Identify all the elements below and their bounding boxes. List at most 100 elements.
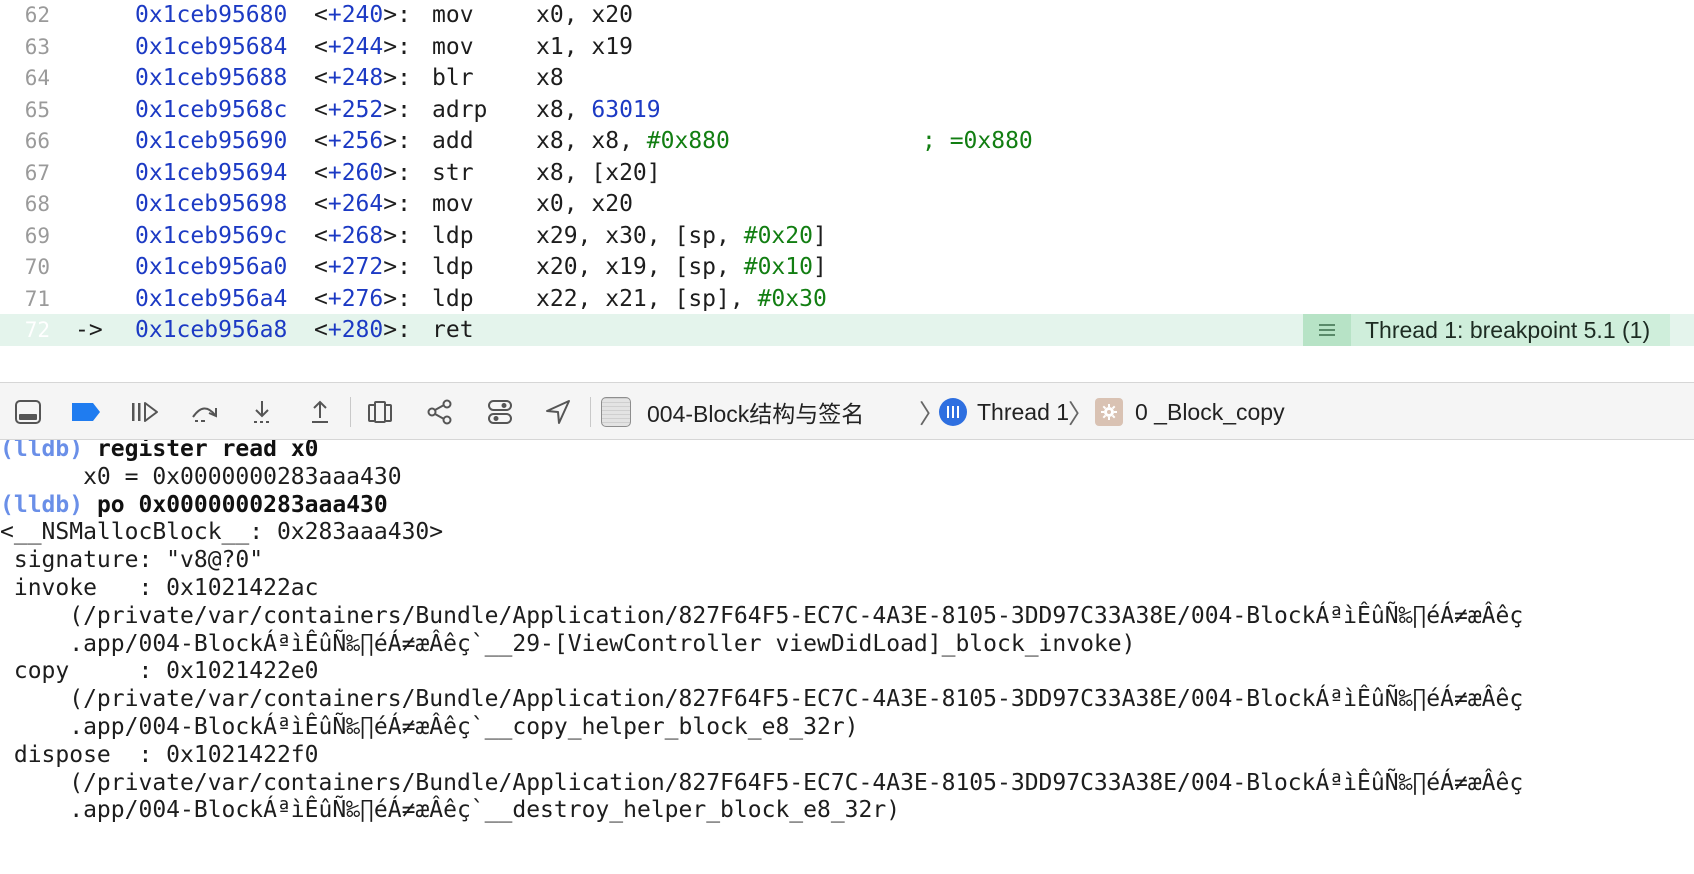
instruction-comment: ; =0x880 (922, 128, 1033, 154)
instruction-row[interactable]: 70 0x1ceb956a0 <+272>: ldp x20, x19, [sp, #0… (0, 250, 1694, 284)
operand-token: x8, x8, (536, 128, 647, 154)
offset-value: +240 (327, 2, 384, 28)
instruction-offset: <+260>: (314, 159, 411, 186)
memory-graph-icon[interactable] (424, 396, 456, 428)
offset-value: +248 (327, 65, 384, 91)
offset-value: +280 (327, 317, 384, 343)
operand-token: 63019 (591, 96, 661, 123)
debug-bar: 004-Block结构与签名 〉 Thread 1 〉 0 _Block_cop… (0, 382, 1694, 440)
console-text: .app/004-BlockÁªìÊûÑ‰∏éÁ≠æÂêç`__29-[View… (0, 630, 1136, 657)
console-output-line: (/private/var/containers/Bundle/Applicat… (0, 601, 1523, 631)
mnemonic: ldp (432, 285, 474, 312)
instruction-row[interactable]: 71 0x1ceb956a4 <+276>: ldp x22, x21, [sp], #… (0, 282, 1694, 316)
operands: x22, x21, [sp], #0x30 (536, 282, 827, 316)
environment-overrides-icon[interactable] (484, 396, 516, 428)
instruction-offset: <+248>: (314, 65, 411, 91)
instruction-row[interactable]: 65 0x1ceb9568c <+252>: adrp x8, 63019 (0, 93, 1694, 127)
disassembly-view[interactable]: 62 0x1ceb95680 <+240>: mov x0, x20 63 0x1ceb95… (0, 0, 1694, 380)
lldb-prompt: (lldb) (0, 440, 84, 462)
line-number: 72 (24, 318, 50, 342)
program-counter-arrow: -> (75, 317, 103, 343)
breakpoint-annotation[interactable]: Thread 1: breakpoint 5.1 (1) (1303, 314, 1671, 346)
offset-value: +256 (327, 128, 384, 154)
line-number: 71 (24, 286, 50, 311)
line-number: 66 (24, 129, 50, 153)
breadcrumb-frame[interactable]: 0 _Block_copy (1095, 383, 1285, 441)
instruction-offset: <+244>: (314, 33, 411, 60)
line-number: 63 (24, 34, 50, 59)
mnemonic: blr (432, 65, 474, 91)
mnemonic: mov (432, 191, 474, 217)
console-text: (/private/var/containers/Bundle/Applicat… (0, 602, 1524, 629)
breadcrumb-frame-label: 0 _Block_copy (1135, 398, 1285, 425)
console-output-line: signature: "v8@?0" (0, 545, 263, 575)
line-number: 68 (24, 192, 50, 216)
console-output-line: .app/004-BlockÁªìÊûÑ‰∏éÁ≠æÂêç`__29-[View… (0, 629, 1135, 659)
operands: x20, x19, [sp, #0x10] (536, 250, 827, 284)
console-text: signature: "v8@?0" (0, 547, 264, 574)
console-output-line: copy : 0x1021422e0 (0, 656, 319, 686)
debug-view-hierarchy-icon[interactable] (364, 396, 396, 428)
instruction-row[interactable]: 69 0x1ceb9569c <+268>: ldp x29, x30, [sp, #0… (0, 219, 1694, 253)
breadcrumb-target[interactable]: 004-Block结构与签名 (601, 383, 864, 441)
mnemonic: add (432, 128, 474, 154)
instruction-row[interactable]: 67 0x1ceb95694 <+260>: str x8, [x20] (0, 156, 1694, 190)
instruction-offset: <+256>: (314, 128, 411, 154)
instruction-row[interactable]: 62 0x1ceb95680 <+240>: mov x0, x20 (0, 0, 1694, 32)
instruction-address: 0x1ceb9569c (135, 222, 288, 249)
instruction-row[interactable]: 66 0x1ceb95690 <+256>: add x8, x8, #0x880 ; =… (0, 124, 1694, 158)
line-number: 67 (24, 160, 50, 185)
console-output-line: dispose : 0x1021422f0 (0, 740, 319, 770)
operand-token: #0x880 (646, 128, 730, 154)
operand-token: x0, x20 (536, 2, 633, 28)
lldb-console[interactable]: (lldb) register read x0 x0 = 0x000000028… (0, 440, 1694, 874)
step-out-icon[interactable] (304, 396, 336, 428)
console-text: x0 = 0x0000000283aaa430 (0, 463, 402, 490)
continue-icon[interactable] (128, 396, 162, 428)
breadcrumb-thread-label: Thread 1 (977, 398, 1070, 425)
lldb-command: po 0x0000000283aaa430 (96, 491, 388, 518)
step-over-icon[interactable] (188, 396, 220, 428)
operands: x8 (536, 61, 564, 95)
instruction-address: 0x1ceb9568c (135, 96, 288, 123)
instruction-row[interactable]: 63 0x1ceb95684 <+244>: mov x1, x19 (0, 30, 1694, 64)
operand-token: x22, x21, [sp], (536, 285, 758, 312)
step-into-icon[interactable] (246, 396, 278, 428)
mnemonic: str (432, 159, 474, 186)
line-number: 64 (24, 66, 50, 90)
operand-token: #0x30 (757, 285, 827, 312)
console-text: <__NSMallocBlock__: 0x283aaa430> (0, 519, 444, 546)
operand-token: x8, [x20] (536, 159, 661, 186)
operand-token: x8 (536, 65, 564, 91)
offset-value: +276 (327, 285, 384, 312)
instruction-row[interactable]: 68 0x1ceb95698 <+264>: mov x0, x20 (0, 187, 1694, 221)
mnemonic: ldp (432, 254, 474, 280)
chevron-right-icon: 〉 (1068, 398, 1095, 429)
console-text: invoke : 0x1021422ac (0, 575, 319, 601)
instruction-offset: <+264>: (314, 191, 411, 217)
breakpoints-toggle-icon[interactable] (68, 396, 104, 428)
console-command-line: (lldb) po 0x0000000283aaa430 (0, 490, 388, 520)
console-text: dispose : 0x1021422f0 (0, 741, 319, 768)
line-number: 62 (24, 3, 50, 27)
operands: x0, x20 (536, 0, 633, 32)
instruction-offset: <+276>: (314, 285, 411, 312)
mnemonic: ret (432, 317, 474, 343)
hide-debug-area-icon[interactable] (12, 396, 44, 428)
app-target-icon (601, 397, 631, 427)
console-text: copy : 0x1021422e0 (0, 658, 319, 685)
instruction-address: 0x1ceb95684 (135, 33, 288, 60)
line-number: 69 (24, 223, 50, 248)
list-icon[interactable] (1303, 314, 1351, 346)
instruction-address: 0x1ceb95680 (135, 2, 288, 28)
mnemonic: adrp (432, 96, 488, 123)
operands: x1, x19 (536, 30, 633, 64)
line-number: 70 (24, 255, 50, 279)
instruction-offset: <+240>: (314, 2, 411, 28)
simulate-location-icon[interactable] (542, 396, 574, 428)
mnemonic: ldp (432, 222, 474, 249)
lldb-prompt: (lldb) (0, 491, 84, 518)
offset-value: +272 (327, 254, 384, 280)
instruction-row[interactable]: 64 0x1ceb95688 <+248>: blr x8 (0, 61, 1694, 95)
breadcrumb-thread[interactable]: Thread 1 (939, 383, 1070, 441)
